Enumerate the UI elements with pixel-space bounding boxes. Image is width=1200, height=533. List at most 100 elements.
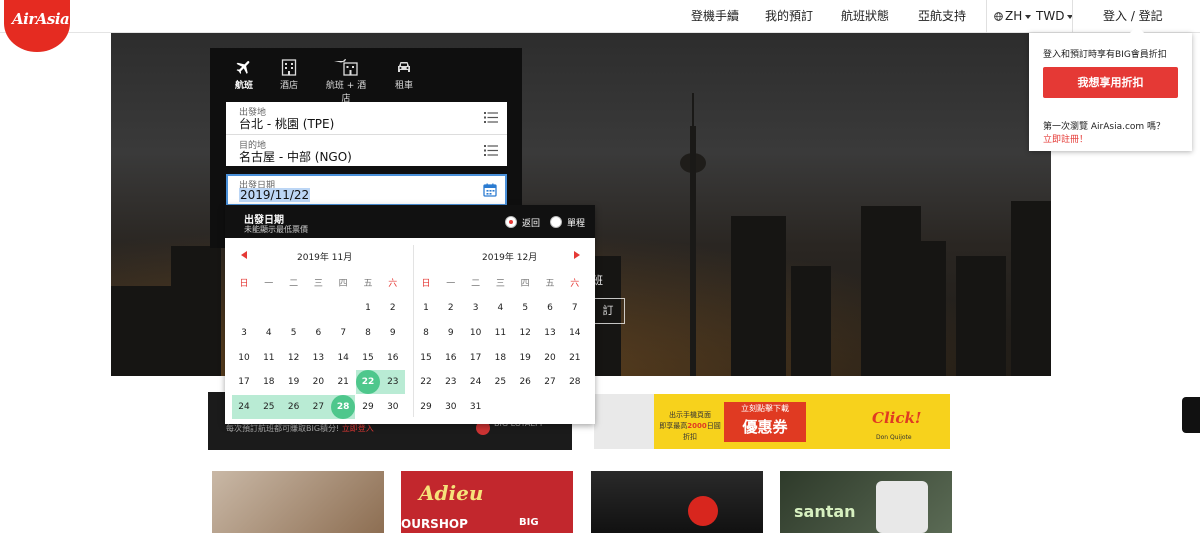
calendar-day[interactable]: 1: [356, 296, 380, 320]
calendar-day[interactable]: 20: [306, 370, 330, 394]
calendar-day[interactable]: 30: [439, 395, 463, 419]
calendar-day[interactable]: 4: [488, 296, 512, 320]
hotel-icon: [281, 59, 297, 76]
one-way-radio-label[interactable]: 單程: [567, 216, 585, 229]
origin-field[interactable]: 出發地 台北 - 桃園 (TPE): [226, 102, 507, 134]
nav-support[interactable]: 亞航支持: [918, 0, 966, 33]
calendar-day[interactable]: 5: [513, 296, 537, 320]
calendar-day[interactable]: 8: [356, 321, 380, 345]
register-now-link[interactable]: 立即註冊！: [1043, 132, 1088, 145]
calendar-day[interactable]: 17: [232, 370, 256, 394]
calendar-icon[interactable]: [483, 183, 497, 197]
calendar-day[interactable]: 24: [232, 395, 256, 419]
tab-label: 租車: [394, 81, 413, 91]
calendar-day[interactable]: 14: [331, 346, 355, 370]
calendar-day[interactable]: 21: [563, 346, 587, 370]
calendar-day[interactable]: 3: [464, 296, 488, 320]
nav-my-bookings[interactable]: 我的預訂: [765, 0, 813, 33]
calendar-day[interactable]: 21: [331, 370, 355, 394]
calendar-day[interactable]: 30: [381, 395, 405, 419]
hero-partial-button[interactable]: 訂: [591, 298, 625, 324]
calendar-day[interactable]: 12: [282, 346, 306, 370]
language-label: ZH: [1005, 9, 1023, 23]
calendar-day[interactable]: 26: [513, 370, 537, 394]
calendar-day[interactable]: 16: [439, 346, 463, 370]
login-register-link[interactable]: 登入 / 登記: [1103, 0, 1163, 33]
calendar-day[interactable]: 18: [257, 370, 281, 394]
calendar-day[interactable]: 2: [381, 296, 405, 320]
airasia-logo[interactable]: AirAsia: [4, 0, 70, 52]
calendar-day[interactable]: 11: [257, 346, 281, 370]
calendar-day[interactable]: 5: [282, 321, 306, 345]
nav-flight-status[interactable]: 航班狀態: [841, 0, 889, 33]
calendar-day[interactable]: 26: [282, 395, 306, 419]
calendar-day[interactable]: 9: [381, 321, 405, 345]
calendar-day[interactable]: 11: [488, 321, 512, 345]
calendar-day[interactable]: 28: [563, 370, 587, 394]
promo-card-ourshop[interactable]: Adieu OURSHOP BIG: [401, 471, 573, 533]
promo-login-link[interactable]: 立即登入: [342, 424, 374, 433]
calendar-day[interactable]: 4: [257, 321, 281, 345]
calendar-day[interactable]: 24: [464, 370, 488, 394]
calendar-day[interactable]: 9: [439, 321, 463, 345]
calendar-day[interactable]: 19: [282, 370, 306, 394]
coupon-line1: 立刻點擊下載: [741, 404, 789, 413]
calendar-day[interactable]: 13: [538, 321, 562, 345]
calendar-day[interactable]: 15: [356, 346, 380, 370]
list-icon[interactable]: [484, 112, 498, 123]
tab-flight-hotel[interactable]: 航班 + 酒店: [323, 58, 369, 104]
tab-car-rental[interactable]: 租車: [392, 58, 416, 91]
calendar-day[interactable]: 10: [232, 346, 256, 370]
calendar-day[interactable]: 18: [488, 346, 512, 370]
calendar-day[interactable]: 20: [538, 346, 562, 370]
calendar-day[interactable]: 19: [513, 346, 537, 370]
language-selector[interactable]: ZH: [994, 0, 1032, 33]
calendar-day[interactable]: 27: [538, 370, 562, 394]
calendar-day[interactable]: 7: [563, 296, 587, 320]
calendar-day[interactable]: 1: [414, 296, 438, 320]
calendar-day[interactable]: 27: [306, 395, 330, 419]
destination-field[interactable]: 目的地 名古屋 - 中部 (NGO): [226, 134, 507, 166]
claim-discount-button[interactable]: 我想享用折扣: [1043, 67, 1178, 98]
promo-card-santan[interactable]: santan: [780, 471, 952, 533]
depart-date-field[interactable]: 出發日期 2019/11/22: [226, 174, 507, 206]
calendar-day[interactable]: 15: [414, 346, 438, 370]
don-quijote-banner[interactable]: 出示手機頁面 即享最高2000日圓折扣 立刻點擊下載 優惠券 Click! Do…: [594, 394, 950, 449]
calendar-day[interactable]: 23: [439, 370, 463, 394]
calendar-day[interactable]: 31: [464, 395, 488, 419]
calendar-day[interactable]: 2: [439, 296, 463, 320]
return-radio-label[interactable]: 返回: [522, 216, 540, 229]
calendar-day[interactable]: 3: [232, 321, 256, 345]
side-feedback-tab[interactable]: [1182, 397, 1200, 433]
weekday-header: 五: [545, 279, 555, 289]
promo-card-art[interactable]: [212, 471, 384, 533]
calendar-day[interactable]: 10: [464, 321, 488, 345]
calendar-day[interactable]: 6: [538, 296, 562, 320]
calendar-day[interactable]: 23: [381, 370, 405, 394]
calendar-day[interactable]: 25: [488, 370, 512, 394]
calendar-day[interactable]: 17: [464, 346, 488, 370]
top-header: 登機手續 我的預訂 航班狀態 亞航支持 ZH TWD 登入 / 登記: [0, 0, 1200, 33]
currency-selector[interactable]: TWD: [1036, 0, 1074, 33]
login-popup: 登入和預訂時享有BIG會員折扣 我想享用折扣 第一次瀏覽 AirAsia.com…: [1029, 33, 1192, 151]
calendar-day[interactable]: 22: [414, 370, 438, 394]
calendar-day[interactable]: 29: [356, 395, 380, 419]
return-radio[interactable]: [505, 216, 517, 228]
calendar-day[interactable]: 16: [381, 346, 405, 370]
calendar-day[interactable]: 12: [513, 321, 537, 345]
one-way-radio[interactable]: [550, 216, 562, 228]
calendar-day[interactable]: 7: [331, 321, 355, 345]
calendar-day[interactable]: 14: [563, 321, 587, 345]
tab-hotels[interactable]: 酒店: [277, 58, 301, 91]
list-icon[interactable]: [484, 145, 498, 156]
building: [731, 216, 786, 376]
calendar-day[interactable]: 25: [257, 395, 281, 419]
tab-flights[interactable]: 航班: [232, 58, 256, 91]
calendar-day[interactable]: 29: [414, 395, 438, 419]
banner-offer-prefix: 即享最高: [659, 422, 688, 430]
promo-card-lounge[interactable]: [591, 471, 763, 533]
calendar-day[interactable]: 13: [306, 346, 330, 370]
nav-checkin[interactable]: 登機手續: [691, 0, 739, 33]
calendar-day[interactable]: 6: [306, 321, 330, 345]
calendar-day[interactable]: 8: [414, 321, 438, 345]
